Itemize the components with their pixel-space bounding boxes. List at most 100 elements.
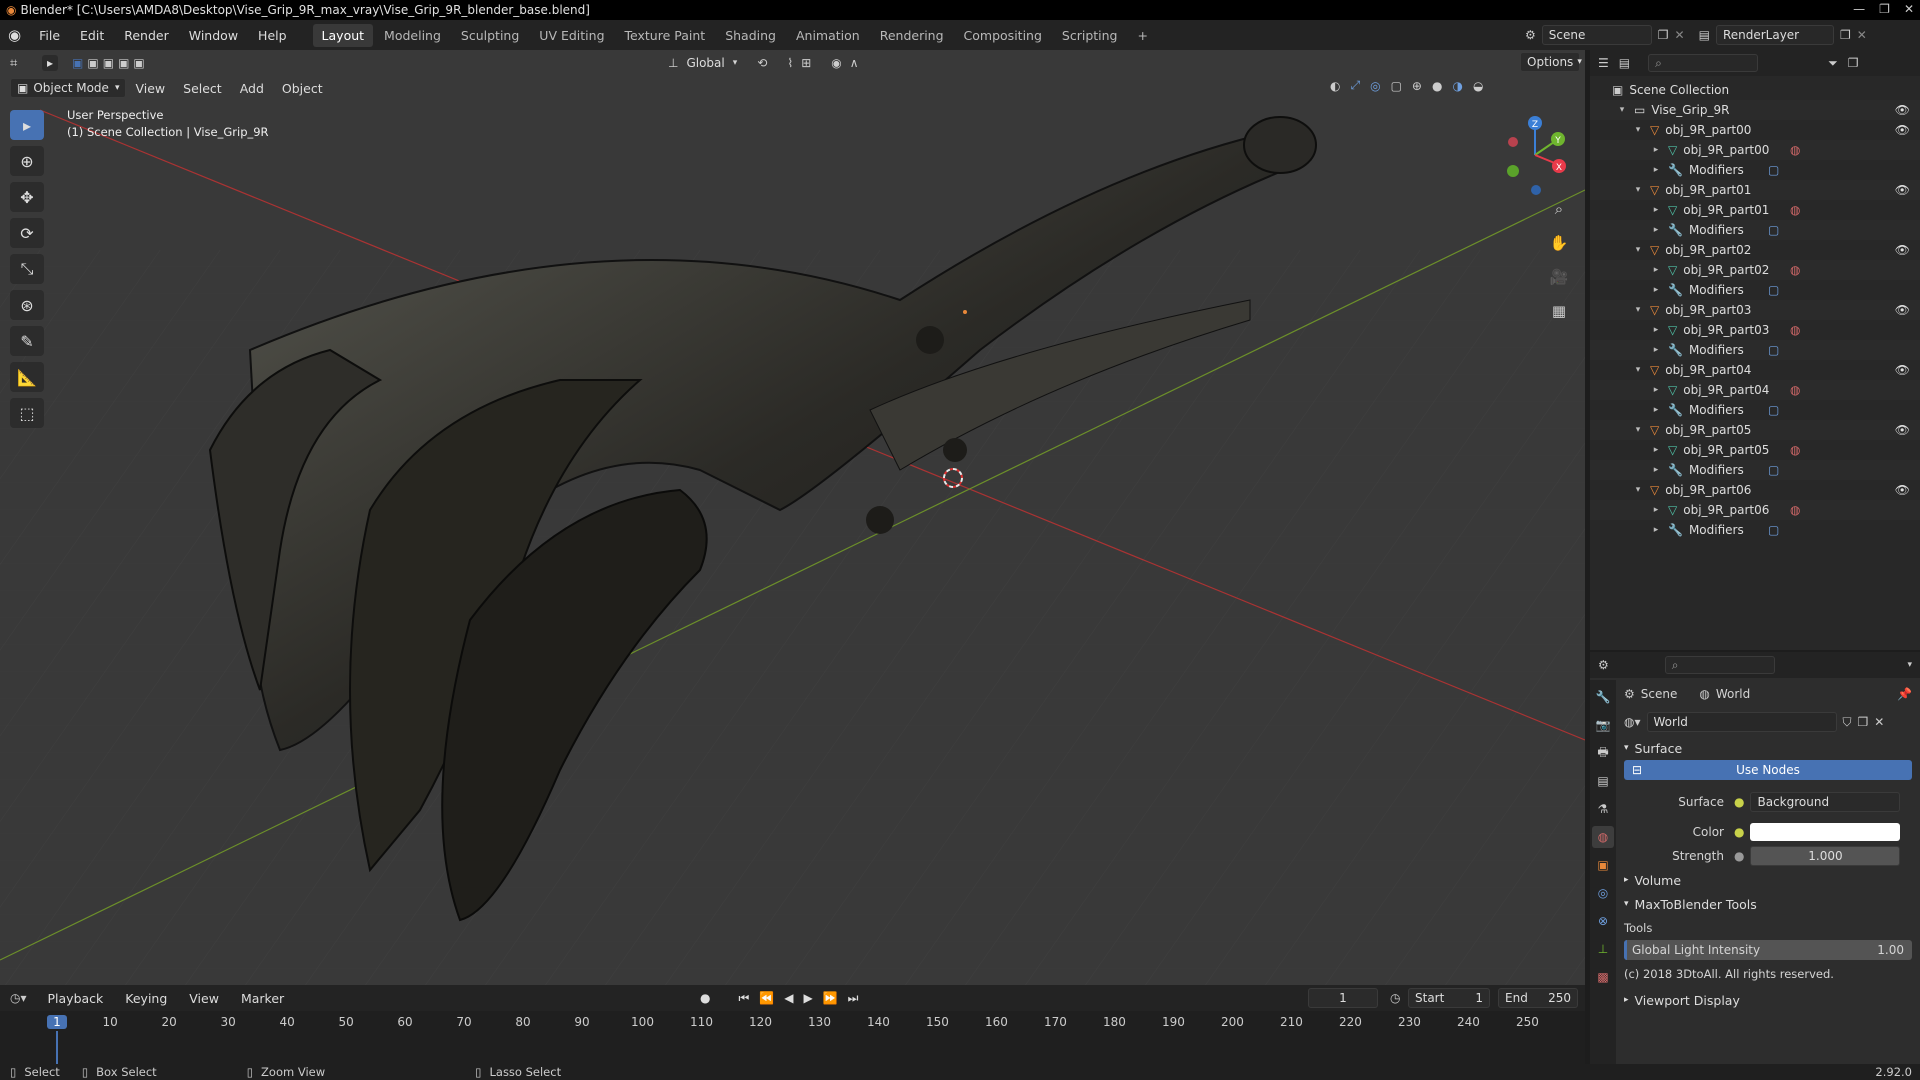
close-window-button[interactable]: ✕ — [1904, 2, 1914, 16]
move-tool-icon[interactable]: ✥ — [10, 182, 44, 212]
scene-icon[interactable]: ⚙ — [1525, 28, 1536, 42]
transform-tool-icon[interactable]: ⊛ — [10, 290, 44, 320]
expand-arrow-icon[interactable]: ▸ — [1650, 165, 1662, 175]
expand-arrow-icon[interactable]: ▸ — [1650, 145, 1662, 155]
tab-compositing[interactable]: Compositing — [955, 24, 1051, 47]
expand-arrow-icon[interactable]: ▾ — [1632, 245, 1644, 255]
expand-arrow-icon[interactable]: ▸ — [1650, 285, 1662, 295]
timeline-editor-icon[interactable]: ◷▾ — [10, 991, 27, 1005]
expand-arrow-icon[interactable]: ▸ — [1650, 205, 1662, 215]
play-reverse-icon[interactable]: ◀ — [784, 991, 793, 1005]
expand-arrow-icon[interactable]: ▸ — [1650, 505, 1662, 515]
timeline-menu-view[interactable]: View — [180, 991, 228, 1006]
outliner-mesh-row[interactable]: ▸ ▽ obj_9R_part04 ◍ — [1590, 380, 1920, 400]
mode-dropdown[interactable]: ▣ Object Mode ▾ — [10, 78, 127, 98]
expand-arrow-icon[interactable]: ▸ — [1650, 265, 1662, 275]
proportional-edit-icon[interactable]: ◉ — [831, 56, 841, 70]
snap-target-icon[interactable]: ⊞ — [801, 56, 811, 70]
expand-arrow-icon[interactable]: ▸ — [1650, 465, 1662, 475]
outliner-modifiers-row[interactable]: ▸ 🔧 Modifiers ▢ — [1590, 400, 1920, 420]
new-collection-icon[interactable]: ❐ — [1848, 56, 1859, 70]
maxtoblender-panel-header[interactable]: ▾ MaxToBlender Tools — [1616, 892, 1920, 916]
object-tab-icon[interactable]: ▣ — [1592, 854, 1614, 876]
viewport-menu-object[interactable]: Object — [273, 81, 332, 96]
annotate-tool-icon[interactable]: ✎ — [10, 326, 44, 356]
solid-shading-icon[interactable]: ● — [1432, 79, 1442, 93]
falloff-icon[interactable]: ∧ — [850, 56, 859, 70]
visibility-icon[interactable]: ◐ — [1330, 79, 1340, 93]
outliner-object-row[interactable]: ▾ ▽ obj_9R_part05 👁 — [1590, 420, 1920, 440]
timeline-ruler[interactable]: 1 10 20 30 40 50 60 70 80 90 100 110 120 130 140 150 160… — [0, 1011, 1585, 1064]
expand-arrow-icon[interactable]: ▾ — [1632, 365, 1644, 375]
use-nodes-button[interactable]: ⊟ Use Nodes — [1624, 760, 1912, 780]
menu-window[interactable]: Window — [179, 28, 248, 43]
viewport-menu-add[interactable]: Add — [231, 81, 273, 96]
outliner-modifiers-row[interactable]: ▸ 🔧 Modifiers ▢ — [1590, 280, 1920, 300]
jump-start-icon[interactable]: ⏮ — [738, 991, 749, 1006]
scene-collection-row[interactable]: ▣ Scene Collection — [1590, 80, 1920, 100]
menu-render[interactable]: Render — [114, 28, 179, 43]
expand-arrow-icon[interactable]: ▸ — [1650, 445, 1662, 455]
scene-field[interactable]: Scene — [1541, 25, 1652, 45]
expand-arrow-icon[interactable]: ▾ — [1632, 485, 1644, 495]
xray-icon[interactable]: ▢ — [1391, 79, 1402, 93]
outliner-object-row[interactable]: ▾ ▽ obj_9R_part03 👁 — [1590, 300, 1920, 320]
rendered-shading-icon[interactable]: ◒ — [1473, 79, 1483, 93]
texture-tab-icon[interactable]: ▩ — [1592, 966, 1614, 988]
options-chevron-icon[interactable]: ▾ — [1907, 660, 1912, 670]
preview-range-icon[interactable]: ◷ — [1390, 991, 1400, 1005]
surface-panel-header[interactable]: ▾ Surface — [1616, 736, 1920, 760]
menu-file[interactable]: File — [29, 28, 70, 43]
blender-menu-icon[interactable]: ◉ — [8, 26, 21, 44]
fake-user-icon[interactable]: ⛉ — [1843, 715, 1852, 730]
pin-icon[interactable]: 📌 — [1897, 687, 1912, 701]
overlay-icon[interactable]: ◎ — [1370, 79, 1380, 93]
pan-hand-icon[interactable]: ✋ — [1545, 229, 1573, 257]
outliner-object-row[interactable]: ▾ ▽ obj_9R_part02 👁 — [1590, 240, 1920, 260]
outliner-mesh-row[interactable]: ▸ ▽ obj_9R_part06 ◍ — [1590, 500, 1920, 520]
outliner-modifiers-row[interactable]: ▸ 🔧 Modifiers ▢ — [1590, 160, 1920, 180]
eye-icon[interactable]: 👁 — [1895, 423, 1910, 437]
outliner-modifiers-row[interactable]: ▸ 🔧 Modifiers ▢ — [1590, 520, 1920, 540]
delete-layer-icon[interactable]: ✕ — [1857, 28, 1867, 42]
tab-shading[interactable]: Shading — [716, 24, 785, 47]
expand-arrow-icon[interactable]: ▸ — [1650, 345, 1662, 355]
world-name-field[interactable]: World — [1646, 712, 1837, 732]
end-frame-field[interactable]: End 250 — [1498, 988, 1578, 1008]
unlink-icon[interactable]: ✕ — [1874, 715, 1884, 729]
outliner-modifiers-row[interactable]: ▸ 🔧 Modifiers ▢ — [1590, 220, 1920, 240]
expand-arrow-icon[interactable]: ▾ — [1632, 425, 1644, 435]
snap-icon[interactable]: ⌇ — [787, 56, 793, 70]
global-light-intensity-slider[interactable]: Global Light Intensity 1.00 — [1624, 940, 1912, 960]
cursor-tool-icon[interactable]: ⊕ — [10, 146, 44, 176]
scale-tool-icon[interactable]: ⤡ — [10, 254, 44, 284]
rotate-tool-icon[interactable]: ⟳ — [10, 218, 44, 248]
zoom-icon[interactable]: ⌕ — [1545, 195, 1573, 223]
new-layer-icon[interactable]: ❐ — [1840, 28, 1851, 42]
outliner-object-row[interactable]: ▾ ▽ obj_9R_part00 👁 — [1590, 120, 1920, 140]
select-mode-subtract-icon[interactable]: ▣ — [103, 56, 114, 70]
expand-arrow-icon[interactable]: ▸ — [1650, 325, 1662, 335]
add-workspace-icon[interactable]: + — [1129, 24, 1157, 47]
constraints-tab-icon[interactable]: ⊗ — [1592, 910, 1614, 932]
select-box-tool-icon[interactable]: ▸ — [10, 110, 44, 140]
orientation-dropdown[interactable]: Global — [686, 56, 724, 70]
material-shading-icon[interactable]: ◑ — [1452, 79, 1462, 93]
outliner-modifiers-row[interactable]: ▸ 🔧 Modifiers ▢ — [1590, 340, 1920, 360]
eye-icon[interactable]: 👁 — [1895, 103, 1910, 117]
physics-tab-icon[interactable]: ◎ — [1592, 882, 1614, 904]
surface-shader-field[interactable]: Background — [1750, 792, 1901, 812]
measure-tool-icon[interactable]: 📐 — [10, 362, 44, 392]
record-icon[interactable]: ● — [700, 991, 710, 1005]
tab-uv-editing[interactable]: UV Editing — [530, 24, 613, 47]
menu-edit[interactable]: Edit — [70, 28, 114, 43]
viewport-menu-select[interactable]: Select — [174, 81, 231, 96]
select-mode-invert-icon[interactable]: ▣ — [118, 56, 129, 70]
select-mode-intersect-icon[interactable]: ▣ — [133, 56, 144, 70]
strength-field[interactable]: 1.000 — [1750, 846, 1901, 866]
outliner-search-input[interactable]: ⌕ — [1648, 54, 1759, 72]
timeline-menu-marker[interactable]: Marker — [232, 991, 293, 1006]
render-layer-field[interactable]: RenderLayer — [1715, 25, 1834, 45]
volume-panel-header[interactable]: ▸ Volume — [1616, 868, 1920, 892]
expand-arrow-icon[interactable]: ▸ — [1650, 405, 1662, 415]
